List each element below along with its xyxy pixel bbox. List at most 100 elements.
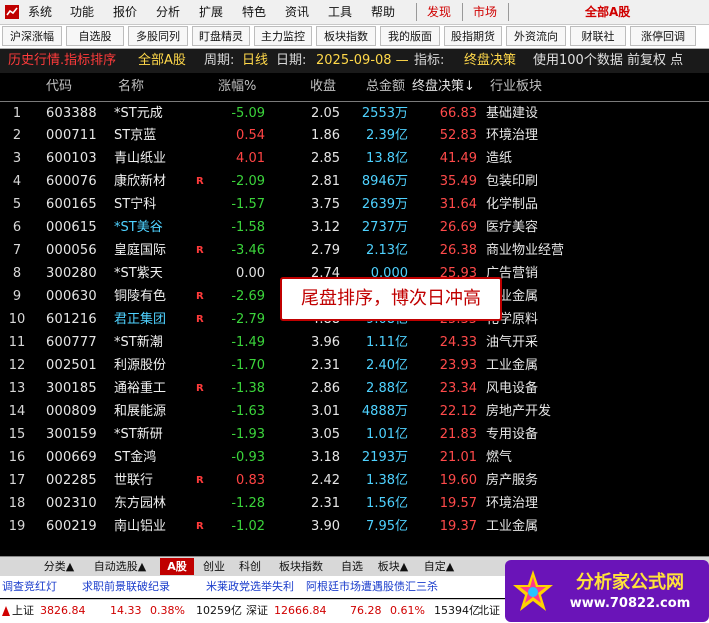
table-row[interactable]: 16 000669 ST金鸿 -0.93 3.18 2193万 21.01 燃气 [0,446,709,469]
tab-auto-select[interactable]: 自动选股▲ [84,558,156,575]
news-item[interactable]: 调查竞红灯 [2,576,57,598]
header-decision-sort[interactable]: 终盘决策↓ [412,76,475,98]
header-name[interactable]: 名称 [118,76,144,98]
table-row[interactable]: 14 000809 和展能源 -1.63 3.01 4888万 22.12 房地产开发 [0,400,709,423]
table-row[interactable]: 3 600103 青山纸业 4.01 2.85 13.8亿 41.49 造纸 [0,147,709,170]
table-row[interactable]: 7 000056 皇庭国际 R -3.46 2.79 2.13亿 26.38 商业物业经营 [0,239,709,262]
industry: 商业物业经营 [486,243,565,258]
sh-value: 3826.84 [40,604,86,617]
toolbar-cls-button[interactable]: 财联社 [570,26,626,46]
margin-flag: R [196,176,204,187]
menu-help[interactable]: 帮助 [371,0,395,24]
toolbar-index-futures-button[interactable]: 股指期货 [444,26,502,46]
table-row[interactable]: 5 600165 ST宁科 -1.57 3.75 2639万 31.64 化学制品 [0,193,709,216]
toolbar-main-force-button[interactable]: 主力监控 [254,26,312,46]
sz-amount: 15394亿 [434,604,480,617]
stock-name: 青山纸业 [114,151,167,166]
menu-divider [462,3,463,21]
table-row[interactable]: 12 002501 利源股份 -1.70 2.31 2.40亿 23.93 工业金属 [0,354,709,377]
toolbar-my-layout-button[interactable]: 我的版面 [380,26,440,46]
industry: 工业金属 [486,358,539,373]
total-amount: 2737万 [361,220,408,235]
table-row[interactable]: 17 002285 世联行 R 0.83 2.42 1.38亿 19.60 房产服务 [0,469,709,492]
header-code[interactable]: 代码 [46,76,72,98]
menu-divider [416,3,417,21]
toolbar-limit-up-button[interactable]: 涨停回调 [630,26,696,46]
table-row[interactable]: 13 300185 通裕重工 R -1.38 2.86 2.88亿 23.34 风电设备 [0,377,709,400]
toolbar-monitor-elf-button[interactable]: 盯盘精灵 [192,26,250,46]
row-index: 7 [12,243,22,258]
menu-analysis[interactable]: 分析 [156,0,180,24]
industry: 造纸 [486,151,513,166]
close-price: 2.31 [311,496,340,511]
arrow-up-icon [2,606,10,616]
row-index: 17 [8,473,26,488]
news-item[interactable]: 求职前景联破纪录 [82,576,170,598]
total-amount: 1.38亿 [366,473,408,488]
table-row[interactable]: 19 600219 南山铝业 R -1.02 3.90 7.95亿 19.37 工业金属 [0,515,709,538]
menu-quote[interactable]: 报价 [113,0,137,24]
industry: 风电设备 [486,381,539,396]
menu-system[interactable]: 系统 [28,0,52,24]
toolbar-watchlist-button[interactable]: 自选股 [66,26,124,46]
menu-extend[interactable]: 扩展 [199,0,223,24]
tab-sector[interactable]: 板块▲ [372,558,414,575]
table-row[interactable]: 18 002310 东方园林 -1.28 2.31 1.56亿 19.57 环境治理 [0,492,709,515]
header-change-pct[interactable]: 涨幅% [218,76,256,98]
change-pct: 4.01 [236,151,265,166]
stock-name: 通裕重工 [114,381,167,396]
header-industry[interactable]: 行业板块 [490,76,542,98]
menu-discover[interactable]: 发现 [427,0,451,24]
table-row[interactable]: 2 000711 ST京蓝 0.54 1.86 2.39亿 52.83 环境治理 [0,124,709,147]
stock-name: *ST美谷 [114,220,163,235]
toolbar-multi-stock-button[interactable]: 多股同列 [128,26,188,46]
row-index: 5 [12,197,22,212]
row-index: 3 [12,151,22,166]
tab-chinext[interactable]: 创业 [198,558,230,575]
tab-category[interactable]: 分类▲ [38,558,80,575]
tab-a-share[interactable]: A股 [160,558,194,575]
date-value[interactable]: 2025-09-08 — [316,49,409,73]
menu-special[interactable]: 特色 [242,0,266,24]
close-price: 2.86 [311,381,340,396]
stock-code: 600103 [46,151,97,166]
close-price: 3.75 [311,197,340,212]
menu-function[interactable]: 功能 [70,0,94,24]
table-row[interactable]: 4 600076 康欣新材 R -2.09 2.81 8946万 35.49 包装印刷 [0,170,709,193]
toolbar-hs-change-button[interactable]: 沪深涨幅 [2,26,62,46]
table-row[interactable]: 11 600777 *ST新潮 -1.49 3.96 1.11亿 24.33 油气开采 [0,331,709,354]
tab-watchlist[interactable]: 自选 [336,558,368,575]
toolbar-foreign-flow-button[interactable]: 外资流向 [506,26,566,46]
stock-name: *ST元成 [114,106,163,121]
table-row[interactable]: 15 300159 *ST新研 -1.93 3.05 1.01亿 21.83 专用设备 [0,423,709,446]
news-item[interactable]: 阿根廷市场遭遇股债汇三杀 [306,576,438,598]
tab-custom[interactable]: 自定▲ [418,558,460,575]
row-index: 11 [8,335,26,350]
menu-tools[interactable]: 工具 [328,0,352,24]
row-index: 9 [12,289,22,304]
margin-flag: R [196,245,204,256]
table-row[interactable]: 1 603388 *ST元成 -5.09 2.05 2553万 66.83 基础建设 [0,101,709,125]
industry: 基础建设 [486,106,539,121]
toolbar-sector-index-button[interactable]: 板块指数 [316,26,376,46]
change-pct: 0.00 [236,266,265,281]
period-value[interactable]: 日线 [242,49,268,73]
indicator-value[interactable]: 终盘决策 [464,49,516,73]
tab-sector-index[interactable]: 板块指数 [270,558,332,575]
menu-market[interactable]: 市场 [473,0,497,24]
stock-name: 皇庭国际 [114,243,167,258]
table-row[interactable]: 6 000615 *ST美谷 -1.58 3.12 2737万 26.69 医疗美容 [0,216,709,239]
row-index: 12 [8,358,26,373]
margin-flag: R [196,314,204,325]
header-close[interactable]: 收盘 [310,76,336,98]
change-pct: 0.83 [236,473,265,488]
change-pct: -1.58 [231,220,265,235]
menu-news[interactable]: 资讯 [285,0,309,24]
change-pct: -2.09 [231,174,265,189]
decision-score: 22.12 [439,404,477,419]
sz-value: 12666.84 [274,604,327,617]
tab-star[interactable]: 科创 [234,558,266,575]
news-item[interactable]: 米莱政党选举失利 [206,576,294,598]
header-amount[interactable]: 总金额 [366,76,405,98]
stock-code: 000630 [46,289,97,304]
